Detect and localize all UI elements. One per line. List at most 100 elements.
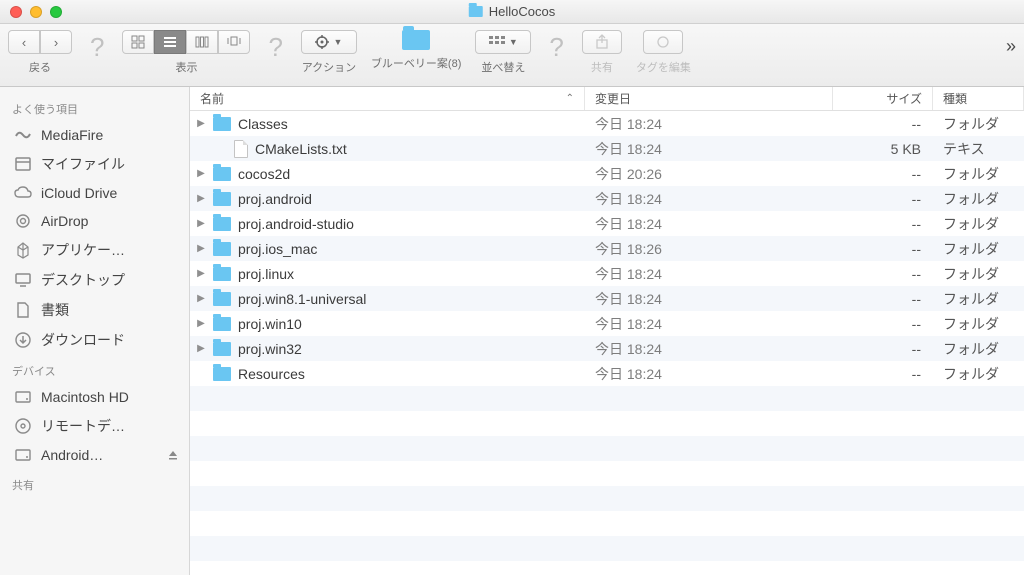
disclosure-triangle-icon[interactable]: ▶ bbox=[196, 318, 206, 329]
column-view-button[interactable] bbox=[186, 30, 218, 54]
nav-group: ‹ › 戻る bbox=[8, 30, 72, 75]
file-kind: テキス bbox=[933, 139, 1024, 159]
forward-button[interactable]: › bbox=[40, 30, 72, 54]
sidebar-item-label: デスクトップ bbox=[41, 270, 125, 290]
table-row[interactable]: ▶proj.ios_mac今日 18:26--フォルダ bbox=[190, 236, 1024, 261]
folder-icon bbox=[469, 6, 483, 17]
disclosure-triangle-icon[interactable]: ▶ bbox=[196, 218, 206, 229]
table-row[interactable]: CMakeLists.txt今日 18:245 KBテキス bbox=[190, 136, 1024, 161]
table-row[interactable]: ▶Classes今日 18:24--フォルダ bbox=[190, 111, 1024, 136]
column-date[interactable]: 変更日 bbox=[585, 87, 833, 110]
table-row[interactable]: ▶proj.win10今日 18:24--フォルダ bbox=[190, 311, 1024, 336]
table-row[interactable]: ▶proj.android-studio今日 18:24--フォルダ bbox=[190, 211, 1024, 236]
sidebar-item[interactable]: マイファイル bbox=[0, 149, 189, 179]
share-button[interactable] bbox=[582, 30, 622, 54]
view-group: 表示 bbox=[122, 30, 250, 75]
disclosure-triangle-icon[interactable]: ▶ bbox=[196, 118, 206, 129]
empty-row bbox=[190, 386, 1024, 411]
file-date: 今日 20:26 bbox=[585, 164, 833, 184]
file-size: -- bbox=[833, 341, 933, 357]
table-row[interactable]: ▶proj.win8.1-universal今日 18:24--フォルダ bbox=[190, 286, 1024, 311]
file-name: proj.android-studio bbox=[238, 216, 354, 232]
file-size: -- bbox=[833, 291, 933, 307]
blueberry-label: ブルーベリー案(8) bbox=[371, 55, 461, 71]
disclosure-triangle-icon[interactable]: ▶ bbox=[196, 268, 206, 279]
file-kind: フォルダ bbox=[933, 314, 1024, 334]
sidebar-item[interactable]: Android… bbox=[0, 441, 189, 469]
file-kind: フォルダ bbox=[933, 214, 1024, 234]
empty-row bbox=[190, 486, 1024, 511]
help-icon-3[interactable]: ? bbox=[545, 30, 567, 65]
hdd-icon bbox=[14, 446, 32, 464]
sidebar-item[interactable]: リモートデ… bbox=[0, 411, 189, 441]
sidebar-item-label: AirDrop bbox=[41, 213, 88, 229]
airdrop-icon bbox=[14, 212, 32, 230]
sidebar-item-label: Macintosh HD bbox=[41, 389, 129, 405]
sidebar-item-label: 書類 bbox=[41, 300, 69, 320]
sort-button[interactable]: ▼ bbox=[475, 30, 531, 54]
tag-button[interactable] bbox=[643, 30, 683, 54]
minimize-window-button[interactable] bbox=[30, 6, 42, 18]
file-name: cocos2d bbox=[238, 166, 290, 182]
column-size[interactable]: サイズ bbox=[833, 87, 933, 110]
table-row[interactable]: ▶proj.linux今日 18:24--フォルダ bbox=[190, 261, 1024, 286]
list-view-button[interactable] bbox=[154, 30, 186, 54]
disclosure-triangle-icon[interactable]: ▶ bbox=[196, 293, 206, 304]
file-date: 今日 18:24 bbox=[585, 139, 833, 159]
column-name[interactable]: 名前 ⌃ bbox=[190, 87, 585, 110]
icon-view-button[interactable] bbox=[122, 30, 154, 54]
sidebar-item[interactable]: デスクトップ bbox=[0, 265, 189, 295]
back-button[interactable]: ‹ bbox=[8, 30, 40, 54]
blueberry-group: ブルーベリー案(8) bbox=[371, 30, 461, 71]
sidebar-item[interactable]: アプリケー… bbox=[0, 235, 189, 265]
action-label: アクション bbox=[302, 59, 356, 75]
folder-icon bbox=[213, 342, 231, 356]
zoom-window-button[interactable] bbox=[50, 6, 62, 18]
file-size: -- bbox=[833, 116, 933, 132]
table-row[interactable]: ▶cocos2d今日 20:26--フォルダ bbox=[190, 161, 1024, 186]
disclosure-triangle-icon[interactable]: ▶ bbox=[196, 243, 206, 254]
sidebar-item[interactable]: AirDrop bbox=[0, 207, 189, 235]
eject-icon[interactable] bbox=[167, 449, 179, 461]
documents-icon bbox=[14, 301, 32, 319]
table-row[interactable]: Resources今日 18:24--フォルダ bbox=[190, 361, 1024, 386]
sidebar-item[interactable]: iCloud Drive bbox=[0, 179, 189, 207]
file-kind: フォルダ bbox=[933, 239, 1024, 259]
file-date: 今日 18:24 bbox=[585, 189, 833, 209]
file-kind: フォルダ bbox=[933, 339, 1024, 359]
folder-icon[interactable] bbox=[402, 30, 430, 50]
sidebar-section-header: よく使う項目 bbox=[0, 93, 189, 121]
column-kind-label: 種類 bbox=[943, 90, 967, 107]
coverflow-view-button[interactable] bbox=[218, 30, 250, 54]
sidebar-item[interactable]: 書類 bbox=[0, 295, 189, 325]
folder-icon bbox=[213, 167, 231, 181]
file-size: -- bbox=[833, 166, 933, 182]
table-row[interactable]: ▶proj.android今日 18:24--フォルダ bbox=[190, 186, 1024, 211]
empty-row bbox=[190, 436, 1024, 461]
file-size: -- bbox=[833, 366, 933, 382]
help-icon[interactable]: ? bbox=[86, 30, 108, 65]
hdd-icon bbox=[14, 388, 32, 406]
apps-icon bbox=[14, 241, 32, 259]
nav-label: 戻る bbox=[29, 59, 51, 75]
window-title: HelloCocos bbox=[469, 4, 555, 19]
more-button[interactable]: » bbox=[1006, 30, 1016, 57]
disclosure-triangle-icon[interactable]: ▶ bbox=[196, 343, 206, 354]
file-name: proj.linux bbox=[238, 266, 294, 282]
sidebar-item[interactable]: Macintosh HD bbox=[0, 383, 189, 411]
close-window-button[interactable] bbox=[10, 6, 22, 18]
empty-row bbox=[190, 461, 1024, 486]
disclosure-triangle-icon[interactable]: ▶ bbox=[196, 193, 206, 204]
help-icon-2[interactable]: ? bbox=[264, 30, 286, 65]
sidebar-item[interactable]: MediaFire bbox=[0, 121, 189, 149]
action-button[interactable]: ▼ bbox=[301, 30, 357, 54]
folder-icon bbox=[213, 267, 231, 281]
disclosure-triangle-icon[interactable]: ▶ bbox=[196, 168, 206, 179]
myfiles-icon bbox=[14, 155, 32, 173]
sidebar-item[interactable]: ダウンロード bbox=[0, 325, 189, 355]
file-date: 今日 18:24 bbox=[585, 264, 833, 284]
table-row[interactable]: ▶proj.win32今日 18:24--フォルダ bbox=[190, 336, 1024, 361]
sidebar-item-label: ダウンロード bbox=[41, 330, 125, 350]
file-date: 今日 18:24 bbox=[585, 364, 833, 384]
column-kind[interactable]: 種類 bbox=[933, 87, 1024, 110]
